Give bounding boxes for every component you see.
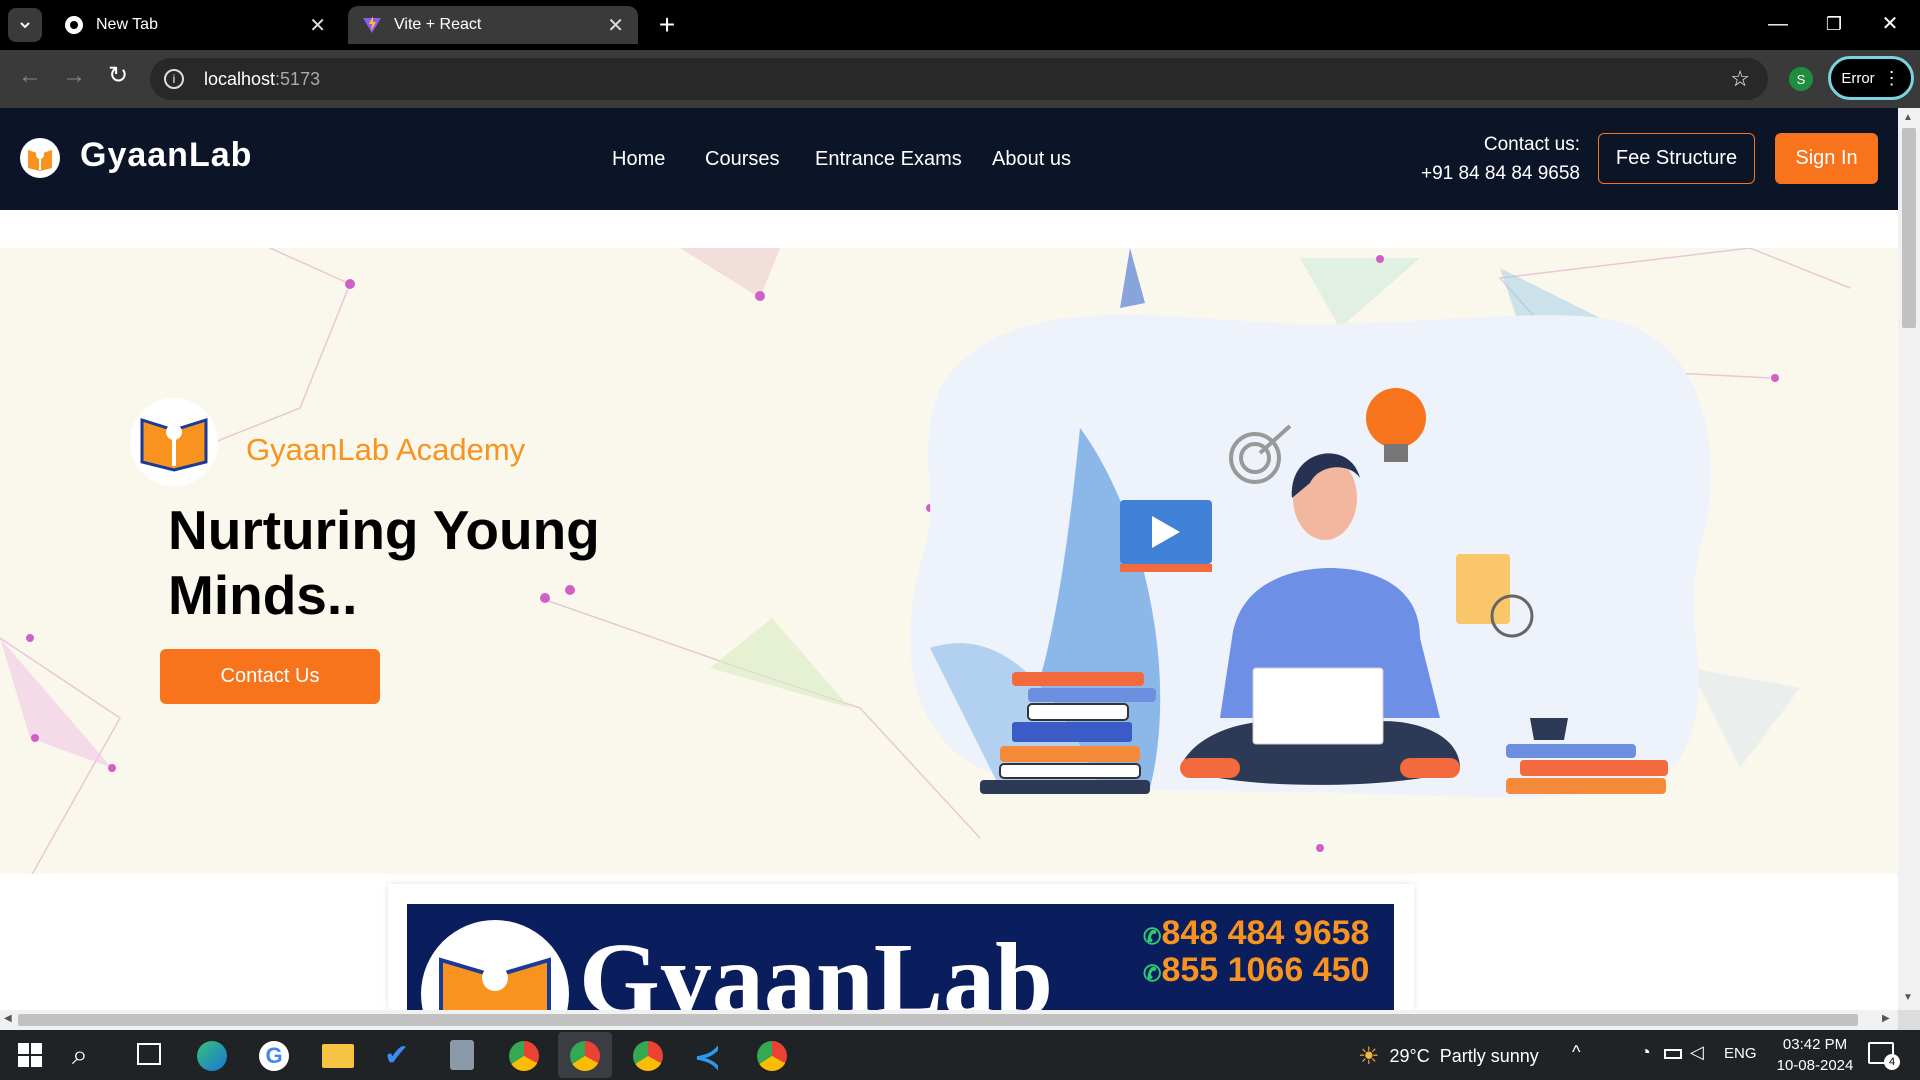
vscode-icon[interactable]: ≺ <box>694 1038 721 1076</box>
search-icon[interactable]: ⌕ <box>72 1039 88 1072</box>
banner-phone-1-text: 848 484 9658 <box>1161 914 1370 952</box>
site-logo[interactable] <box>20 138 60 178</box>
nav-home[interactable]: Home <box>612 148 665 171</box>
start-button[interactable] <box>18 1043 42 1067</box>
new-tab-button[interactable]: + <box>652 8 682 42</box>
banner-logo <box>421 920 569 1010</box>
url-port: :5173 <box>275 68 321 89</box>
windows-taskbar: ⌕ G ✔ ≺ ☀ 29°C Partly sunny ^ ◔ ◁ ENG 03… <box>0 1030 1920 1080</box>
tab-title: New Tab <box>96 16 158 33</box>
more-menu-icon: ⋮ <box>1882 67 1901 88</box>
site-navbar: GyaanLab Home Courses Entrance Exams Abo… <box>0 108 1898 210</box>
tab-new-tab[interactable]: New Tab ✕ <box>50 6 340 44</box>
url-host: localhost <box>204 68 276 89</box>
task-view-icon[interactable] <box>137 1043 161 1065</box>
clock-time: 03:42 PM <box>1782 1036 1848 1053</box>
close-icon[interactable]: ✕ <box>607 13 624 38</box>
browser-tab-strip: New Tab ✕ Vite + React ✕ + — ❐ ✕ <box>0 0 1920 50</box>
scroll-left-arrow[interactable]: ◀ <box>4 1013 12 1024</box>
nav-about-us[interactable]: About us <box>992 148 1071 171</box>
chrome-icon[interactable] <box>509 1041 539 1071</box>
logo-book-icon <box>439 957 551 1010</box>
windows-logo-icon <box>18 1043 42 1067</box>
hero-section: GyaanLab Academy Nurturing Young Minds..… <box>0 248 1898 874</box>
chrome-profile-s-icon[interactable] <box>558 1032 612 1078</box>
battery-icon[interactable] <box>1664 1049 1682 1059</box>
vertical-scrollbar[interactable]: ▲ ▼ <box>1898 108 1920 1010</box>
bookmark-star-icon[interactable]: ☆ <box>1730 66 1750 92</box>
whatsapp-icon: ✆ <box>1143 961 1162 986</box>
reload-button[interactable]: ↻ <box>102 60 134 92</box>
site-info-icon[interactable]: i <box>164 69 184 89</box>
tab-vite-react[interactable]: Vite + React ✕ <box>348 6 638 44</box>
google-icon[interactable]: G <box>259 1041 289 1071</box>
address-bar[interactable]: i localhost:5173 ☆ <box>150 58 1768 100</box>
headline-line-1: Nurturing Young <box>168 499 600 561</box>
close-icon[interactable]: ✕ <box>309 13 326 38</box>
scroll-up-arrow[interactable]: ▲ <box>1903 112 1913 123</box>
vite-icon <box>363 16 381 33</box>
nav-entrance-exams[interactable]: Entrance Exams <box>815 148 962 171</box>
weather-widget[interactable]: ☀ 29°C Partly sunny <box>1358 1042 1539 1071</box>
banner-phone-2: ✆855 1066 450 <box>1143 951 1369 990</box>
close-window-button[interactable]: ✕ <box>1872 6 1908 42</box>
banner-image: GyaanLab ✆848 484 9658 ✆855 1066 450 <box>407 904 1394 1010</box>
tray-chevron-icon[interactable]: ^ <box>1572 1042 1580 1063</box>
headline-line-2: Minds.. <box>168 564 358 626</box>
horizontal-scroll-thumb[interactable] <box>18 1014 1858 1026</box>
contact-us-button[interactable]: Contact Us <box>160 649 380 704</box>
fee-structure-button[interactable]: Fee Structure <box>1598 133 1755 184</box>
banner-phone-1: ✆848 484 9658 <box>1143 914 1369 953</box>
vertical-scroll-thumb[interactable] <box>1902 128 1916 328</box>
tab-title: Vite + React <box>394 16 482 33</box>
sign-in-button[interactable]: Sign In <box>1775 133 1878 184</box>
contact-label: Contact us: <box>1483 134 1580 155</box>
network-icon[interactable]: ◔ <box>1640 1042 1651 1063</box>
contact-phone[interactable]: +91 84 84 84 9658 <box>1400 163 1580 185</box>
scroll-right-arrow[interactable]: ▶ <box>1882 1013 1890 1024</box>
whatsapp-icon: ✆ <box>1143 924 1162 949</box>
hero-headline: Nurturing Young Minds.. <box>168 498 600 628</box>
file-explorer-icon[interactable] <box>322 1044 354 1068</box>
scrollbar-corner <box>1898 1010 1920 1030</box>
calculator-icon[interactable] <box>450 1040 474 1070</box>
nav-courses[interactable]: Courses <box>705 148 779 171</box>
forward-button[interactable]: → <box>58 60 90 92</box>
language-indicator[interactable]: ENG <box>1724 1045 1757 1062</box>
chrome-icon <box>65 16 83 34</box>
scroll-down-arrow[interactable]: ▼ <box>1903 992 1913 1003</box>
weather-temp: 29°C <box>1389 1046 1430 1066</box>
banner-phone-2-text: 855 1066 450 <box>1161 951 1370 989</box>
clock-date: 10-08-2024 <box>1776 1057 1854 1074</box>
restore-button[interactable]: ❐ <box>1816 6 1852 42</box>
chrome-profile-a-icon[interactable] <box>633 1041 663 1071</box>
brand-name[interactable]: GyaanLab <box>80 136 252 175</box>
notification-center-icon[interactable]: 4 <box>1868 1042 1900 1070</box>
notification-count: 4 <box>1884 1054 1900 1070</box>
chrome-profile-icon[interactable] <box>757 1041 787 1071</box>
tab-search-button[interactable] <box>8 8 42 42</box>
clock[interactable]: 03:42 PM 10-08-2024 <box>1770 1034 1860 1076</box>
logo-book-icon <box>140 417 208 472</box>
minimize-button[interactable]: — <box>1760 6 1796 42</box>
chevron-down-icon <box>20 22 30 29</box>
logo-book-icon <box>28 150 52 171</box>
back-button[interactable]: ← <box>14 60 46 92</box>
academy-logo <box>130 398 218 486</box>
horizontal-scrollbar[interactable]: ◀ ▶ <box>0 1010 1898 1030</box>
error-chip[interactable]: Error ⋮ <box>1828 56 1914 100</box>
weather-desc: Partly sunny <box>1439 1046 1539 1066</box>
profile-avatar[interactable]: S <box>1789 67 1813 91</box>
volume-icon[interactable]: ◁ <box>1690 1042 1704 1063</box>
profile-initial: S <box>1796 71 1806 87</box>
edge-icon[interactable] <box>197 1041 227 1071</box>
partly-sunny-icon: ☀ <box>1358 1043 1380 1070</box>
academy-name: GyaanLab Academy <box>246 432 526 467</box>
banner-brand: GyaanLab <box>579 922 1053 1010</box>
error-label: Error <box>1841 69 1875 87</box>
todo-icon[interactable]: ✔ <box>384 1038 409 1073</box>
banner-card: GyaanLab ✆848 484 9658 ✆855 1066 450 <box>388 884 1414 1010</box>
